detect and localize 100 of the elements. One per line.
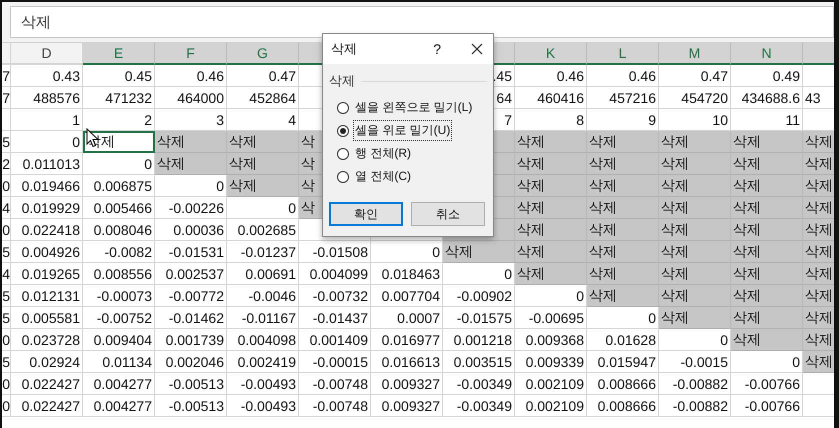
table-cell: 삭제: [659, 131, 731, 153]
table-cell: 0.004277: [83, 395, 155, 417]
table-cell: 0.002109: [515, 395, 587, 417]
table-cell: 삭제: [731, 263, 803, 285]
table-cell: 0: [2, 329, 11, 351]
table-cell: 삭제: [731, 175, 803, 197]
radio-label[interactable]: 셀을 위로 밀기(U): [353, 120, 452, 141]
table-cell: 0.023728: [11, 329, 83, 351]
table-cell: 삭제: [515, 153, 587, 175]
table-cell: 삭제: [659, 153, 731, 175]
column-header[interactable]: K: [515, 43, 587, 65]
table-cell: 0.009327: [371, 395, 443, 417]
table-cell: 삭제: [803, 241, 834, 263]
table-cell: -0.00695: [515, 307, 587, 329]
table-cell: 삭제: [659, 175, 731, 197]
table-cell: 삭제: [515, 131, 587, 153]
table-cell: 0.011013: [11, 153, 83, 175]
column-header[interactable]: E: [83, 43, 155, 65]
table-cell: -0.01462: [155, 307, 227, 329]
table-cell: 0.004926: [11, 241, 83, 263]
table-cell: -0.00732: [299, 285, 371, 307]
table-cell: 0.019466: [11, 175, 83, 197]
table-cell: -0.00073: [83, 285, 155, 307]
table-cell: 457216: [587, 87, 659, 109]
table-cell: 0.007704: [371, 285, 443, 307]
table-cell: 460416: [515, 87, 587, 109]
help-button[interactable]: ?: [433, 41, 441, 57]
table-cell: 5: [2, 131, 11, 153]
table-cell: 0: [2, 395, 11, 417]
table-cell: 0.002685: [227, 219, 299, 241]
table-cell: -0.00882: [659, 373, 731, 395]
table-cell: -0.01531: [155, 241, 227, 263]
table-cell: 0.019265: [11, 263, 83, 285]
radio-button[interactable]: [337, 148, 349, 160]
table-cell: 삭제: [731, 329, 803, 351]
table-cell: 0.002419: [227, 351, 299, 373]
radio-button[interactable]: [337, 124, 349, 136]
radio-button[interactable]: [337, 170, 349, 182]
table-cell: 5: [2, 307, 11, 329]
table-cell: 5: [2, 285, 11, 307]
dialog-title: 삭제: [331, 40, 358, 58]
ok-button[interactable]: 확인: [329, 202, 403, 226]
column-header[interactable]: F: [155, 43, 227, 65]
table-cell: -0.00882: [659, 395, 731, 417]
table-cell: 0.022418: [11, 219, 83, 241]
table-cell: 0.016977: [371, 329, 443, 351]
table-cell: 0.46: [515, 65, 587, 87]
table-cell: 삭제: [659, 219, 731, 241]
table-cell: 삭제: [803, 285, 834, 307]
table-cell: 5: [2, 241, 11, 263]
table-cell: 0.001218: [443, 329, 515, 351]
table-cell: 삭제: [227, 153, 299, 175]
table-cell: -0.00349: [443, 373, 515, 395]
table-cell: -0.01237: [227, 241, 299, 263]
table-cell: 7: [2, 87, 11, 109]
table-cell: 삭제: [443, 241, 515, 263]
cancel-button[interactable]: 취소: [411, 202, 485, 226]
column-header[interactable]: M: [659, 43, 731, 65]
table-cell: 5: [2, 351, 11, 373]
table-cell: 삭제: [659, 197, 731, 219]
column-header[interactable]: D: [11, 43, 83, 65]
table-cell: 0.004098: [227, 329, 299, 351]
table-cell: 0.008666: [587, 373, 659, 395]
table-cell: -0.00752: [83, 307, 155, 329]
table-cell: 0.008046: [83, 219, 155, 241]
table-cell: 0.49: [731, 65, 803, 87]
formula-field[interactable]: 삭제: [10, 6, 834, 38]
table-cell: -0.0082: [83, 241, 155, 263]
radio-button[interactable]: [337, 102, 349, 114]
table-cell: 삭제: [587, 241, 659, 263]
table-cell: 삭제: [587, 197, 659, 219]
table-cell: 삭제: [587, 175, 659, 197]
table-cell: -0.00493: [227, 395, 299, 417]
group-label: 삭제: [329, 72, 355, 90]
table-cell: 삭제: [731, 131, 803, 153]
table-cell: 0.016613: [371, 351, 443, 373]
table-cell: 삭제: [731, 285, 803, 307]
table-cell: 삭제: [731, 197, 803, 219]
close-icon[interactable]: [471, 43, 483, 55]
table-cell: -0.00513: [155, 373, 227, 395]
table-cell: 0.009339: [515, 351, 587, 373]
table-cell: 0.01134: [83, 351, 155, 373]
table-cell: 삭제: [515, 263, 587, 285]
table-cell: 0.002046: [155, 351, 227, 373]
table-cell: 삭제: [587, 219, 659, 241]
table-cell: 삭제: [155, 131, 227, 153]
column-header[interactable]: N: [731, 43, 803, 65]
table-cell: 0.47: [659, 65, 731, 87]
column-header[interactable]: L: [587, 43, 659, 65]
table-cell: 삭제: [803, 307, 834, 329]
column-header[interactable]: G: [227, 43, 299, 65]
table-cell: 삭제: [587, 131, 659, 153]
table-cell: 0.008556: [83, 263, 155, 285]
table-cell: 0.45: [83, 65, 155, 87]
table-cell: 삭제: [803, 329, 834, 351]
table-cell: -0.00748: [299, 373, 371, 395]
table-cell: 43: [803, 87, 834, 109]
table-cell: 삭제: [731, 153, 803, 175]
table-cell: 464000: [155, 87, 227, 109]
table-cell: 삭제: [803, 219, 834, 241]
